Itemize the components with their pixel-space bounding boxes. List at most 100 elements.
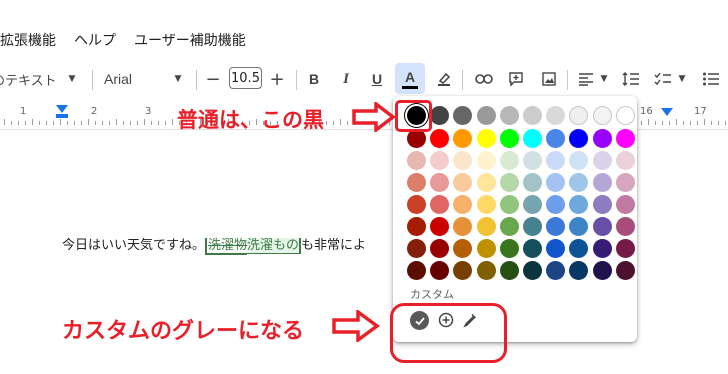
menu-extensions[interactable]: 拡張機能 xyxy=(0,30,56,50)
line-spacing-button[interactable] xyxy=(620,64,642,94)
paragraph-style-select[interactable]: 通常のテキスト xyxy=(0,64,62,94)
color-swatch[interactable] xyxy=(615,261,635,280)
color-swatch[interactable] xyxy=(523,239,542,258)
color-swatch[interactable] xyxy=(569,106,589,125)
color-swatch[interactable] xyxy=(569,129,589,148)
color-swatch[interactable] xyxy=(569,239,589,258)
color-swatch[interactable] xyxy=(523,173,542,192)
color-swatch[interactable] xyxy=(592,106,612,125)
color-swatch[interactable] xyxy=(476,261,496,280)
color-swatch[interactable] xyxy=(453,151,473,170)
color-swatch[interactable] xyxy=(592,217,612,236)
color-swatch[interactable] xyxy=(430,106,450,125)
color-swatch[interactable] xyxy=(407,239,426,258)
color-swatch[interactable] xyxy=(569,173,589,192)
color-swatch[interactable] xyxy=(499,151,519,170)
color-swatch[interactable] xyxy=(523,195,542,214)
color-swatch[interactable] xyxy=(407,173,426,192)
chevron-down-icon[interactable]: ▼ xyxy=(598,64,610,94)
color-swatch[interactable] xyxy=(592,195,612,214)
color-swatch[interactable] xyxy=(407,261,426,280)
underline-button[interactable]: U xyxy=(366,64,388,94)
color-swatch[interactable] xyxy=(453,239,473,258)
font-size-input[interactable]: 10.5 xyxy=(229,67,262,89)
color-swatch[interactable] xyxy=(430,239,450,258)
color-swatch[interactable] xyxy=(592,173,612,192)
chevron-down-icon[interactable]: ▼ xyxy=(676,64,688,94)
color-swatch[interactable] xyxy=(499,173,519,192)
color-swatch[interactable] xyxy=(523,151,542,170)
color-swatch[interactable] xyxy=(569,217,589,236)
color-swatch[interactable] xyxy=(476,239,496,258)
align-button[interactable] xyxy=(575,64,597,94)
color-swatch[interactable] xyxy=(592,129,612,148)
suggestion-inserted[interactable]: 洗濯もの xyxy=(247,238,302,254)
color-swatch[interactable] xyxy=(430,173,450,192)
color-swatch[interactable] xyxy=(430,195,450,214)
color-swatch[interactable] xyxy=(523,261,542,280)
right-indent-marker-icon[interactable] xyxy=(661,108,673,116)
color-swatch[interactable] xyxy=(499,195,519,214)
suggestion-deleted[interactable]: 洗濯物 xyxy=(205,238,248,255)
color-swatch[interactable] xyxy=(430,151,450,170)
italic-button[interactable]: I xyxy=(335,64,357,94)
color-swatch[interactable] xyxy=(476,217,496,236)
color-swatch[interactable] xyxy=(476,106,496,125)
color-swatch[interactable] xyxy=(523,106,542,125)
bold-button[interactable]: B xyxy=(303,64,325,94)
increase-font-size-button[interactable]: + xyxy=(267,64,287,94)
color-swatch[interactable] xyxy=(476,151,496,170)
font-select[interactable]: Arial xyxy=(104,64,164,94)
highlight-color-button[interactable] xyxy=(433,64,455,94)
color-swatch[interactable] xyxy=(546,217,566,236)
color-swatch[interactable] xyxy=(476,129,496,148)
color-swatch[interactable] xyxy=(430,129,450,148)
color-swatch[interactable] xyxy=(453,106,473,125)
color-swatch[interactable] xyxy=(615,239,635,258)
color-swatch[interactable] xyxy=(615,217,635,236)
color-swatch[interactable] xyxy=(407,151,426,170)
color-swatch[interactable] xyxy=(615,195,635,214)
bulleted-list-button[interactable] xyxy=(700,64,722,94)
color-swatch[interactable] xyxy=(592,151,612,170)
color-swatch[interactable] xyxy=(546,151,566,170)
color-swatch[interactable] xyxy=(615,129,635,148)
insert-link-button[interactable] xyxy=(473,64,495,94)
color-swatch[interactable] xyxy=(569,195,589,214)
chevron-down-icon[interactable]: ▼ xyxy=(170,64,186,94)
color-swatch[interactable] xyxy=(523,129,542,148)
color-swatch[interactable] xyxy=(430,261,450,280)
chevron-down-icon[interactable]: ▼ xyxy=(64,64,80,94)
color-swatch[interactable] xyxy=(615,173,635,192)
color-swatch[interactable] xyxy=(453,261,473,280)
color-swatch[interactable] xyxy=(499,217,519,236)
color-swatch[interactable] xyxy=(592,239,612,258)
color-swatch[interactable] xyxy=(569,151,589,170)
color-swatch[interactable] xyxy=(592,261,612,280)
color-swatch[interactable] xyxy=(546,106,566,125)
color-swatch[interactable] xyxy=(569,261,589,280)
color-swatch[interactable] xyxy=(453,217,473,236)
color-swatch[interactable] xyxy=(546,239,566,258)
checklist-button[interactable] xyxy=(652,64,674,94)
color-swatch[interactable] xyxy=(499,106,519,125)
add-comment-button[interactable] xyxy=(505,64,527,94)
text-color-button[interactable]: A xyxy=(395,63,425,94)
color-swatch[interactable] xyxy=(407,217,426,236)
color-swatch[interactable] xyxy=(430,217,450,236)
menu-accessibility[interactable]: ユーザー補助機能 xyxy=(134,30,246,50)
color-swatch[interactable] xyxy=(476,173,496,192)
color-swatch[interactable] xyxy=(546,195,566,214)
color-swatch[interactable] xyxy=(523,217,542,236)
color-swatch[interactable] xyxy=(407,195,426,214)
color-swatch[interactable] xyxy=(546,173,566,192)
menu-help[interactable]: ヘルプ xyxy=(74,30,116,50)
first-line-indent-marker[interactable] xyxy=(56,114,68,118)
decrease-font-size-button[interactable]: − xyxy=(203,64,223,94)
color-swatch[interactable] xyxy=(499,261,519,280)
color-swatch[interactable] xyxy=(476,195,496,214)
color-swatch[interactable] xyxy=(499,129,519,148)
color-swatch[interactable] xyxy=(453,129,473,148)
insert-image-button[interactable] xyxy=(538,64,560,94)
color-swatch[interactable] xyxy=(453,173,473,192)
